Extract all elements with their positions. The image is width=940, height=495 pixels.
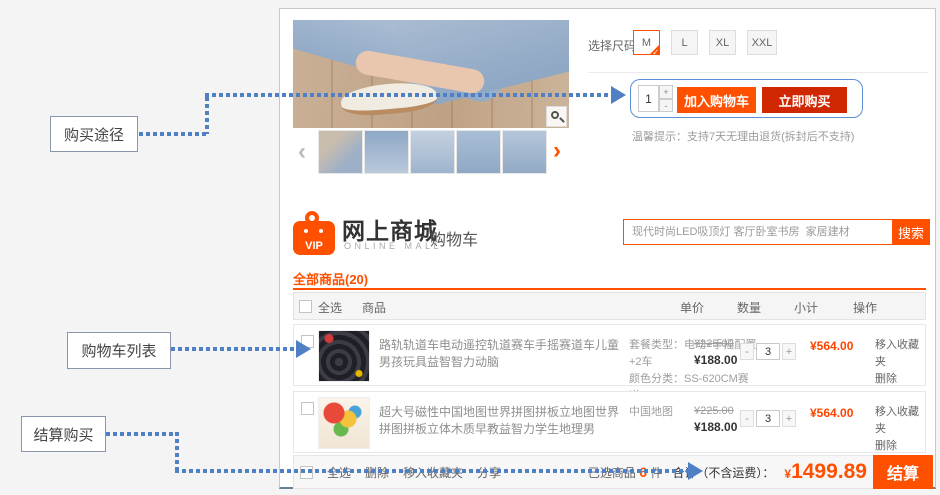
magnifier-icon bbox=[551, 111, 559, 119]
quantity-increase-button[interactable]: + bbox=[659, 85, 673, 99]
add-to-cart-button[interactable]: 加入购物车 bbox=[677, 87, 756, 113]
row-qty-value[interactable]: 3 bbox=[756, 343, 780, 360]
thumbnail-4[interactable] bbox=[456, 130, 501, 174]
annotation-arrow-icon bbox=[296, 340, 311, 358]
annotation-line bbox=[175, 469, 689, 473]
thumbnail-1[interactable] bbox=[318, 130, 363, 174]
search-button[interactable]: 搜索 bbox=[892, 219, 930, 245]
annotation-checkout: 结算购买 bbox=[21, 416, 106, 452]
search-input[interactable] bbox=[623, 219, 892, 245]
quantity-decrease-button[interactable]: - bbox=[659, 99, 673, 112]
cart-row-2: 超大号磁性中国地图世界拼图拼板立地图世界拼图拼板立体木质早教益智力学生地理男 中… bbox=[293, 391, 926, 453]
total-amount: ¥1499.89 bbox=[784, 460, 867, 484]
section-underline bbox=[293, 288, 926, 290]
column-unit-price: 单价 bbox=[680, 299, 704, 316]
row-qty-increase-button[interactable]: + bbox=[782, 410, 796, 427]
size-label: 选择尺码: bbox=[588, 37, 639, 54]
product-main-image[interactable] bbox=[293, 20, 569, 128]
shop-logo[interactable]: VIP bbox=[293, 211, 335, 255]
column-select-all: 全选 bbox=[318, 299, 342, 316]
thumbs-prev-icon[interactable]: ‹ bbox=[298, 140, 306, 164]
size-option-xl[interactable]: XL bbox=[709, 30, 736, 55]
column-quantity: 数量 bbox=[737, 299, 761, 316]
annotation-line bbox=[175, 432, 179, 472]
thumbnail-2[interactable] bbox=[364, 130, 409, 174]
buy-now-button[interactable]: 立即购买 bbox=[762, 87, 847, 113]
row-subtotal: ¥564.00 bbox=[810, 406, 853, 420]
bag-eye bbox=[304, 229, 308, 233]
thumbs-next-icon[interactable]: › bbox=[553, 139, 561, 163]
size-option-m[interactable]: M ✓ bbox=[633, 30, 660, 55]
zoom-button[interactable] bbox=[546, 106, 567, 127]
row-qty-value[interactable]: 3 bbox=[756, 410, 780, 427]
product-title[interactable]: 超大号磁性中国地图世界拼图拼板立地图世界拼图拼板立体木质早教益智力学生地理男 bbox=[379, 404, 623, 438]
bag-eye bbox=[319, 229, 323, 233]
row-qty-decrease-button[interactable]: - bbox=[740, 343, 754, 360]
move-to-favorites-link[interactable]: 移入收藏夹 bbox=[875, 337, 925, 371]
bag-icon: VIP bbox=[293, 221, 335, 255]
total-value: 1499.89 bbox=[791, 460, 867, 483]
annotation-line bbox=[139, 132, 207, 136]
annotation-arrow-icon bbox=[688, 462, 703, 480]
cart-section-title: 全部商品(20) bbox=[293, 269, 368, 288]
row-actions: 移入收藏夹 删除 bbox=[875, 404, 925, 455]
thumbnail-3[interactable] bbox=[410, 130, 455, 174]
row-actions: 移入收藏夹 删除 bbox=[875, 337, 925, 388]
column-product: 商品 bbox=[362, 299, 386, 316]
delete-link[interactable]: 删除 bbox=[875, 371, 925, 388]
decor-sandal bbox=[340, 80, 438, 118]
brand-subtitle: ONLINE MALL bbox=[344, 241, 442, 251]
quantity-input[interactable] bbox=[638, 85, 659, 112]
size-option-xxl[interactable]: XXL bbox=[747, 30, 777, 55]
delete-link[interactable]: 删除 bbox=[875, 438, 925, 455]
annotation-arrow-icon bbox=[611, 86, 626, 104]
cart-row-1: 路轨轨道车电动遥控轨道赛车手摇赛道车儿童男孩玩具益智智力动脑 套餐类型：电动+手… bbox=[293, 324, 926, 386]
column-actions: 操作 bbox=[853, 299, 877, 316]
divider bbox=[588, 72, 928, 73]
page-title: 购物车 bbox=[430, 226, 478, 250]
stage: ‹ › 选择尺码: M ✓ L XL XXL + - 加入购物车 立即购买 温馨… bbox=[0, 0, 940, 495]
annotation-line bbox=[205, 97, 209, 134]
select-all-checkbox[interactable] bbox=[299, 300, 312, 313]
product-title[interactable]: 路轨轨道车电动遥控轨道赛车手摇赛道车儿童男孩玩具益智智力动脑 bbox=[379, 337, 623, 371]
vip-label: VIP bbox=[293, 240, 335, 252]
row-qty-decrease-button[interactable]: - bbox=[740, 410, 754, 427]
magnifier-handle bbox=[559, 117, 565, 123]
annotation-purchase-path: 购买途径 bbox=[50, 116, 138, 152]
row-subtotal: ¥564.00 bbox=[810, 339, 853, 353]
move-to-favorites-link[interactable]: 移入收藏夹 bbox=[875, 404, 925, 438]
checkout-button[interactable]: 结算 bbox=[873, 455, 933, 489]
annotation-line bbox=[106, 432, 178, 436]
cart-table-header bbox=[293, 292, 926, 320]
check-icon: ✓ bbox=[652, 48, 659, 57]
row-checkbox[interactable] bbox=[301, 402, 314, 415]
row-qty-increase-button[interactable]: + bbox=[782, 343, 796, 360]
size-option-l[interactable]: L bbox=[671, 30, 698, 55]
product-image-race-track[interactable] bbox=[318, 330, 370, 382]
annotation-line bbox=[205, 93, 612, 97]
annotation-line bbox=[171, 347, 297, 351]
annotation-cart-list: 购物车列表 bbox=[67, 332, 171, 369]
product-image-china-map[interactable] bbox=[318, 397, 370, 449]
thumbnail-5[interactable] bbox=[502, 130, 547, 174]
column-subtotal: 小计 bbox=[794, 299, 818, 316]
return-policy-tip: 温馨提示：支持7天无理由退货(拆封后不支持) bbox=[632, 128, 854, 144]
